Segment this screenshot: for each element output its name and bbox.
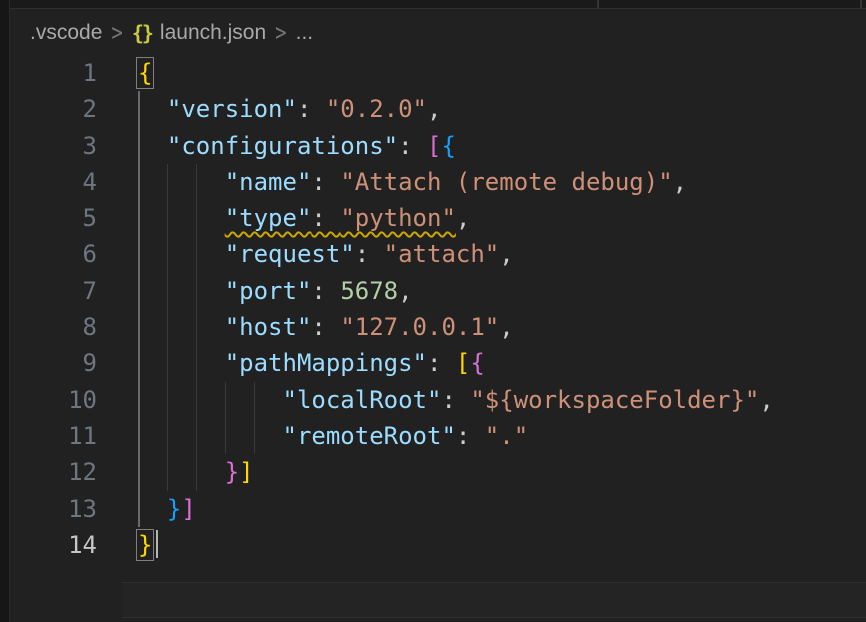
line-number[interactable]: 12 [10,454,120,490]
line-number[interactable]: 2 [10,91,120,127]
editor[interactable]: 1234567891011121314 { "version": "0.2.0"… [10,55,866,622]
line-number[interactable]: 5 [10,200,120,236]
tab-divider [860,0,862,9]
code-area[interactable]: { "version": "0.2.0", "configurations": … [138,55,866,563]
indent-guide [225,382,227,455]
tab-bar[interactable] [10,0,866,9]
bracket-match-highlight: { [138,59,152,87]
line-number[interactable]: 9 [10,345,120,381]
indent-guide [196,164,198,491]
breadcrumb-ellipsis[interactable]: ... [296,21,314,45]
code-line-10[interactable]: "localRoot": "${workspaceFolder}", [138,382,866,418]
indent-guide [167,164,169,491]
bracket-match-highlight: } [138,531,152,559]
json-braces-icon: {} [132,21,152,45]
code-line-4[interactable]: "name": "Attach (remote debug)", [138,164,866,200]
line-number[interactable]: 7 [10,273,120,309]
vscode-editor-window: .vscode > {} launch.json > ... 123456789… [0,0,866,622]
line-number[interactable]: 3 [10,128,120,164]
text-cursor [156,530,159,558]
indent-guide [138,91,140,527]
breadcrumb: .vscode > {} launch.json > ... [10,10,866,55]
code-line-3[interactable]: "configurations": [{ [138,128,866,164]
breadcrumb-item-vscode[interactable]: .vscode [30,21,102,45]
line-number[interactable]: 11 [10,418,120,454]
line-number[interactable]: 1 [10,55,120,91]
code-line-8[interactable]: "host": "127.0.0.1", [138,309,866,345]
chevron-right-icon: > [111,19,122,47]
line-number[interactable]: 13 [10,491,120,527]
code-line-2[interactable]: "version": "0.2.0", [138,91,866,127]
line-number[interactable]: 14 [10,527,120,563]
code-line-5[interactable]: "type": "python", [138,200,866,236]
code-line-14[interactable]: } [138,527,866,563]
sidebar-edge [0,0,10,622]
line-number[interactable]: 4 [10,164,120,200]
code-line-12[interactable]: }] [138,454,866,490]
line-number[interactable]: 10 [10,382,120,418]
code-line-1[interactable]: { [138,55,866,91]
code-line-7[interactable]: "port": 5678, [138,273,866,309]
code-line-11[interactable]: "remoteRoot": "." [138,418,866,454]
breadcrumb-item-launch-json[interactable]: launch.json [160,21,266,45]
current-line-highlight [122,582,866,618]
gutter[interactable]: 1234567891011121314 [10,55,120,563]
code-line-6[interactable]: "request": "attach", [138,236,866,272]
code-line-9[interactable]: "pathMappings": [{ [138,345,866,381]
tab-divider [597,0,599,9]
code-line-13[interactable]: }] [138,491,866,527]
line-number[interactable]: 8 [10,309,120,345]
chevron-right-icon: > [275,19,286,47]
indent-guide [254,382,256,455]
line-number[interactable]: 6 [10,236,120,272]
